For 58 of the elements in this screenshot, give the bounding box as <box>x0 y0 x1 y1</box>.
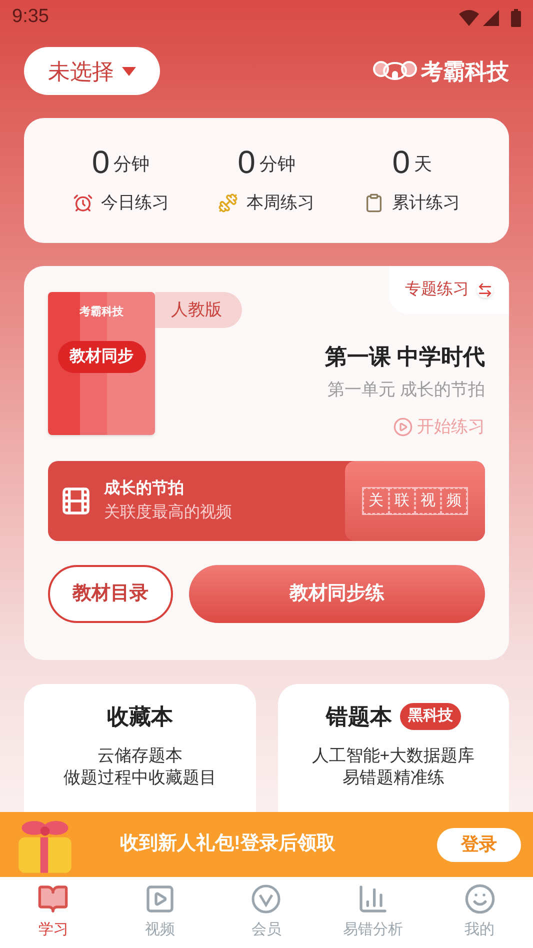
nav-tab[interactable]: 会员 <box>221 877 312 948</box>
play-icon <box>144 883 176 916</box>
book-icon <box>37 883 70 916</box>
dumbbell-icon <box>218 192 238 212</box>
lesson-title: 第一课 中学时代 <box>324 342 485 370</box>
sync-practice-button[interactable]: 教材同步练 <box>189 565 485 623</box>
stat-unit: 分钟 <box>259 152 296 176</box>
notebook-description: 云储存题本 <box>97 745 182 767</box>
notebook-description: 人工智能+大数据题库 <box>312 745 475 767</box>
notebook-badge: 黑科技 <box>400 703 461 730</box>
film-reel-icon <box>60 485 92 517</box>
stat-value: 0 <box>92 146 110 178</box>
tag-character: 视 <box>415 488 441 514</box>
stat-value: 0 <box>238 146 256 178</box>
play-circle-icon <box>393 416 413 437</box>
stat-label: 本周练习 <box>246 192 314 214</box>
notebook-description: 做题过程中收藏题目 <box>63 767 216 789</box>
cover-label: 教材同步 <box>58 340 146 372</box>
tag-character: 频 <box>441 488 467 514</box>
catalog-button[interactable]: 教材目录 <box>48 565 173 623</box>
swap-icon <box>477 282 493 298</box>
related-video-banner[interactable]: 成长的节拍 关联度最高的视频 关 联 视 频 <box>48 461 485 541</box>
nav-tab[interactable]: 我的 <box>434 877 525 948</box>
notebook-card[interactable]: 错题本 黑科技 人工智能+大数据题库 易错题精准练 <box>278 684 509 812</box>
stat-unit: 分钟 <box>114 152 150 176</box>
stat-unit: 天 <box>414 152 432 176</box>
v-circle-icon <box>250 883 282 916</box>
koala-logo-icon <box>373 60 417 82</box>
gift-message: 收到新人礼包!登录后领取 <box>120 832 336 856</box>
notebook-card[interactable]: 收藏本 云储存题本 做题过程中收藏题目 <box>24 684 256 812</box>
alarm-clock-icon <box>72 192 93 212</box>
brand-name: 考霸科技 <box>421 58 509 86</box>
nav-tab[interactable]: 易错分析 <box>328 877 418 948</box>
stat-value: 0 <box>392 146 410 178</box>
smiley-icon <box>464 883 496 916</box>
unit-name: 第一单元 成长的节拍 <box>327 378 485 400</box>
bar-chart-icon <box>357 883 390 916</box>
grade-selector[interactable]: 未选择 <box>24 47 160 95</box>
caret-icon <box>122 66 136 76</box>
battery-icon <box>511 8 521 26</box>
login-button[interactable]: 登录 <box>437 828 521 862</box>
tag-character: 联 <box>389 488 415 514</box>
nav-tab[interactable]: 视频 <box>114 877 206 948</box>
edition-tag: 人教版 <box>155 292 242 328</box>
signal-icon <box>483 10 499 26</box>
wifi-icon <box>459 10 479 26</box>
notebook-title: 收藏本 <box>106 703 173 731</box>
status-time: 9:35 <box>12 5 49 30</box>
stat-label: 今日练习 <box>100 192 169 214</box>
cover-brand: 考霸科技 <box>80 304 124 320</box>
video-title: 成长的节拍 <box>104 478 185 499</box>
video-subtitle: 关联度最高的视频 <box>104 502 233 523</box>
tag-character: 关 <box>363 488 389 514</box>
notebook-title: 错题本 <box>326 703 392 731</box>
topic-practice-button[interactable]: 专题练习 <box>389 266 509 314</box>
stat-label: 累计练习 <box>392 192 460 214</box>
notebook-description: 易错题精准练 <box>342 767 444 789</box>
clipboard-icon <box>364 192 384 212</box>
